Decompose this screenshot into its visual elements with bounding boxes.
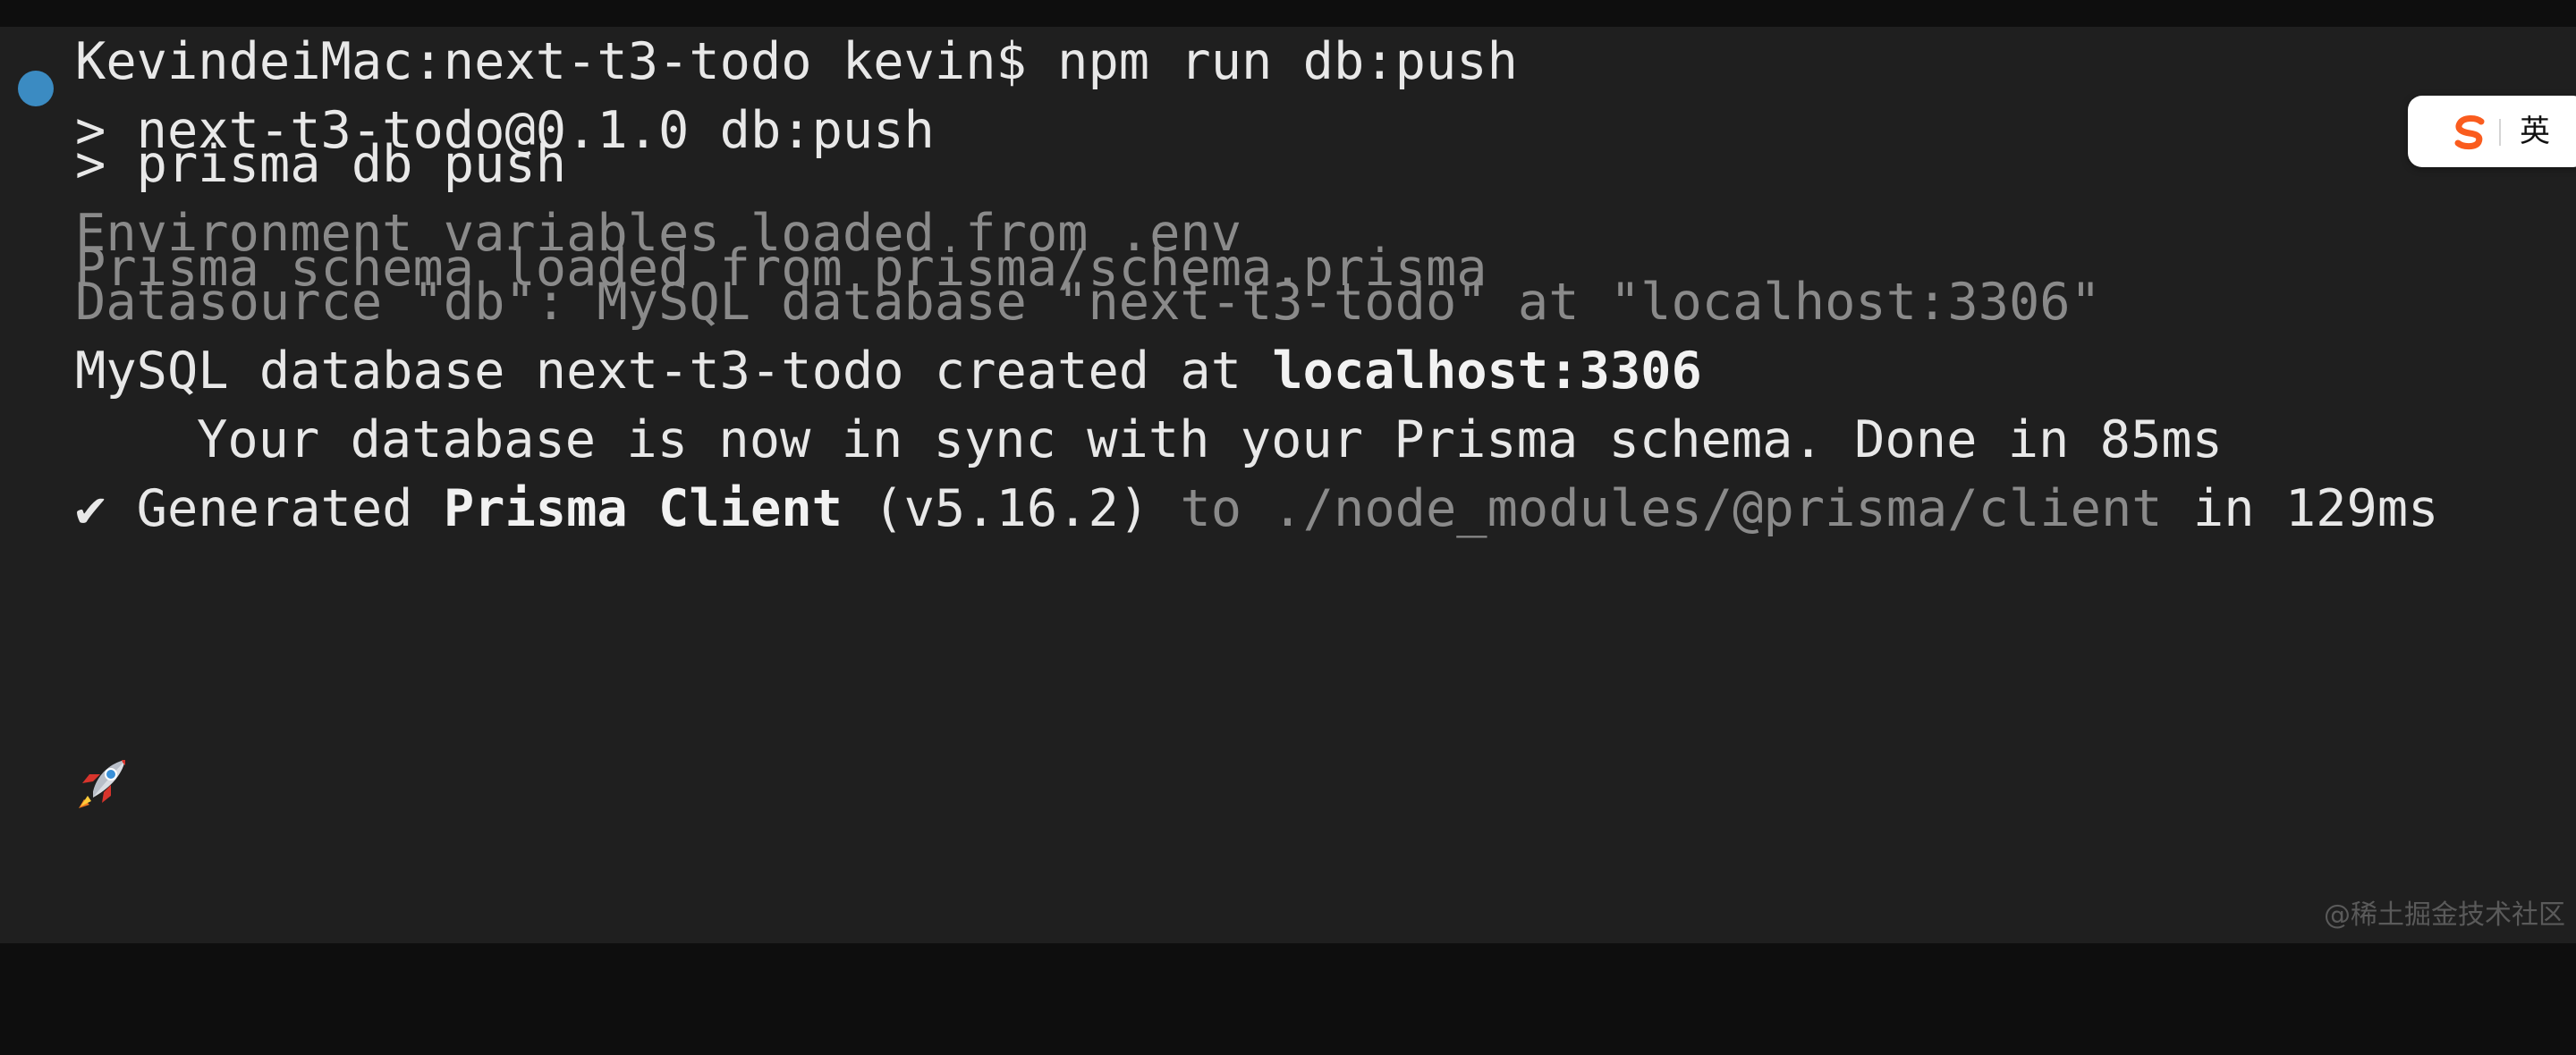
screenshot-page: KevindeiMac:next-t3-todo kevin$ npm run … xyxy=(0,0,2576,1055)
client-output-path: to ./node_modules/@prisma/client xyxy=(1149,479,2163,538)
sogou-logo-icon xyxy=(2454,115,2485,150)
sync-status-line: Your database is now in sync with your P… xyxy=(197,410,2223,469)
generation-time: in 129ms xyxy=(2162,479,2439,538)
database-created-text: MySQL database next-t3-todo created at xyxy=(75,342,1273,401)
prisma-client-label: Prisma Client xyxy=(443,479,843,538)
checkmark-icon: ✔ xyxy=(75,479,106,538)
generated-client-line: ✔ Generated Prisma Client (v5.16.2) to .… xyxy=(75,477,2438,540)
datasource-line: Datasource "db": MySQL database "next-t3… xyxy=(75,273,2101,332)
generated-word: Generated xyxy=(106,479,444,538)
prisma-client-version: (v5.16.2) xyxy=(842,479,1150,538)
input-method-indicator[interactable]: 英 xyxy=(2408,96,2576,167)
terminal-panel[interactable]: KevindeiMac:next-t3-todo kevin$ npm run … xyxy=(0,27,2576,943)
ime-language-label[interactable]: 英 xyxy=(2508,110,2562,153)
watermark-text: @稀土掘金技术社区 xyxy=(2324,899,2565,931)
ime-divider xyxy=(2499,119,2501,146)
database-host: localhost:3306 xyxy=(1272,342,1702,401)
database-created-line: MySQL database next-t3-todo created at l… xyxy=(75,340,1702,402)
prompt-command-line: KevindeiMac:next-t3-todo kevin$ npm run … xyxy=(75,32,1518,91)
npm-script-command: > prisma db push xyxy=(75,135,567,194)
rocket-icon xyxy=(79,760,125,808)
command-status-dot[interactable] xyxy=(18,71,54,106)
